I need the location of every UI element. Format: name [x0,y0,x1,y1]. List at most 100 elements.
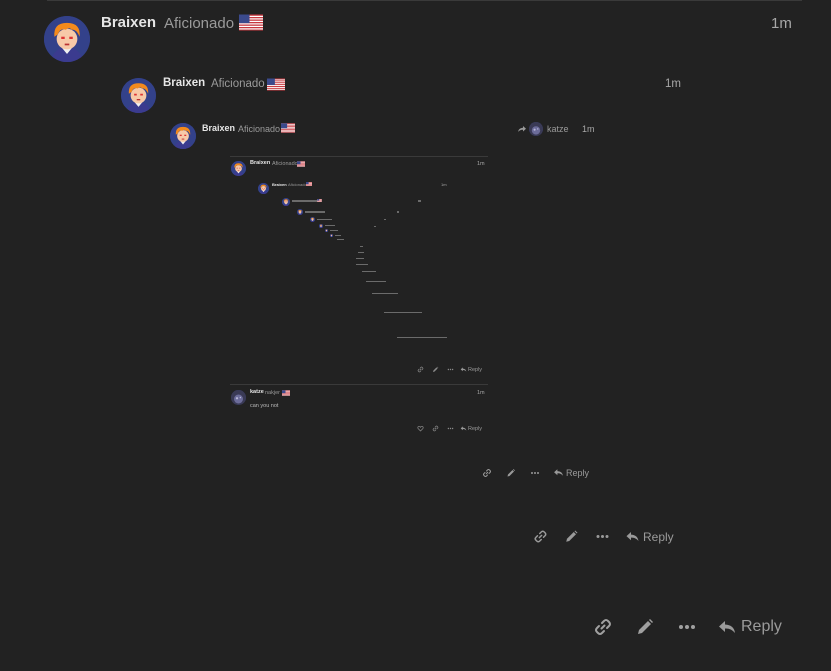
more-button[interactable] [530,468,540,478]
user-title: Aficionado [272,161,298,167]
top-divider [47,0,802,1]
post-time[interactable]: 1m [441,182,447,187]
ellipsis-icon [595,529,610,544]
ellipsis-icon [677,617,697,637]
pencil-icon [432,366,439,373]
text-line [418,200,421,202]
reply-button[interactable]: Reply [717,617,782,637]
more-button[interactable] [595,529,610,544]
edit-button[interactable] [432,366,439,373]
like-button[interactable] [417,425,424,432]
post-divider [230,156,488,157]
avatar[interactable] [231,161,246,176]
pencil-icon [506,468,516,478]
link-icon [533,529,548,544]
reply-label: Reply [643,529,674,544]
reply-button[interactable]: Reply [460,425,482,432]
text-line [397,337,447,338]
link-button[interactable] [482,468,492,478]
post-actions: Reply [482,467,589,478]
post-time[interactable]: 1m [477,390,485,396]
reply-to-username: katze [547,124,569,134]
username[interactable]: Braixen [101,14,156,31]
text-line [360,246,363,247]
more-button[interactable] [447,425,454,432]
username[interactable]: katze [250,389,264,395]
edit-button[interactable] [635,617,655,637]
link-button[interactable] [593,617,613,637]
avatar [330,234,333,237]
post-divider [230,384,488,385]
text-line [317,219,332,220]
pencil-icon [564,529,579,544]
reply-arrow-icon [517,124,527,134]
text-line [337,239,344,240]
text-line [358,252,364,253]
text-line [384,312,422,313]
post-time[interactable]: 1m [771,15,792,32]
avatar [310,217,315,222]
us-flag-icon [297,161,305,167]
edit-button[interactable] [564,529,579,544]
text-line [366,281,386,282]
link-icon [432,425,439,432]
user-title: nakjer [265,390,280,396]
text-line [372,293,398,294]
reply-icon [717,617,737,637]
reply-label: Reply [566,467,590,478]
ellipsis-icon [530,468,540,478]
us-flag-icon [317,199,322,202]
avatar[interactable] [121,78,156,113]
link-icon [417,366,424,373]
text-line [356,258,364,259]
us-flag-icon [267,78,285,91]
pencil-icon [635,617,655,637]
username[interactable]: Braixen [163,77,205,89]
avatar[interactable] [44,16,90,62]
link-button[interactable] [533,529,548,544]
avatar[interactable] [258,183,269,194]
user-title: Aficionado [238,124,281,134]
post-time[interactable]: 1m [582,124,595,134]
text-line [397,211,399,213]
edit-button[interactable] [506,468,516,478]
reply-label: Reply [741,618,782,635]
post-time[interactable]: 1m [665,78,681,90]
ellipsis-icon [447,425,454,432]
avatar[interactable] [231,390,246,405]
us-flag-icon [239,14,263,31]
reply-label: Reply [468,425,483,432]
post-actions: Reply [533,529,674,544]
text-line [374,226,376,227]
heart-icon [417,425,424,432]
text-line [330,230,338,231]
post-actions: Reply [417,366,482,373]
more-button[interactable] [447,366,454,373]
avatar [319,224,323,228]
reply-button[interactable]: Reply [625,529,674,544]
link-button[interactable] [417,366,424,373]
us-flag-icon [306,182,312,186]
text-line [325,225,335,226]
us-flag-icon [281,123,295,133]
post-time[interactable]: 1m [477,161,485,167]
text-line [335,235,341,236]
text-line [305,211,325,213]
reply-to-indicator[interactable]: katze [517,122,569,136]
link-button[interactable] [432,425,439,432]
user-title: Aficionado [288,182,307,187]
post-actions: Reply [417,425,482,432]
username[interactable]: Braixen [272,182,287,187]
more-button[interactable] [677,617,697,637]
username[interactable]: Braixen [250,160,270,166]
text-line [362,271,376,272]
reply-to-avatar [529,122,543,136]
link-icon [482,468,492,478]
avatar [325,229,328,232]
reply-button[interactable]: Reply [553,467,589,478]
text-line [292,200,320,202]
username[interactable]: Braixen [202,123,235,133]
reply-icon [460,366,467,373]
reply-button[interactable]: Reply [460,366,482,373]
avatar[interactable] [170,123,196,149]
